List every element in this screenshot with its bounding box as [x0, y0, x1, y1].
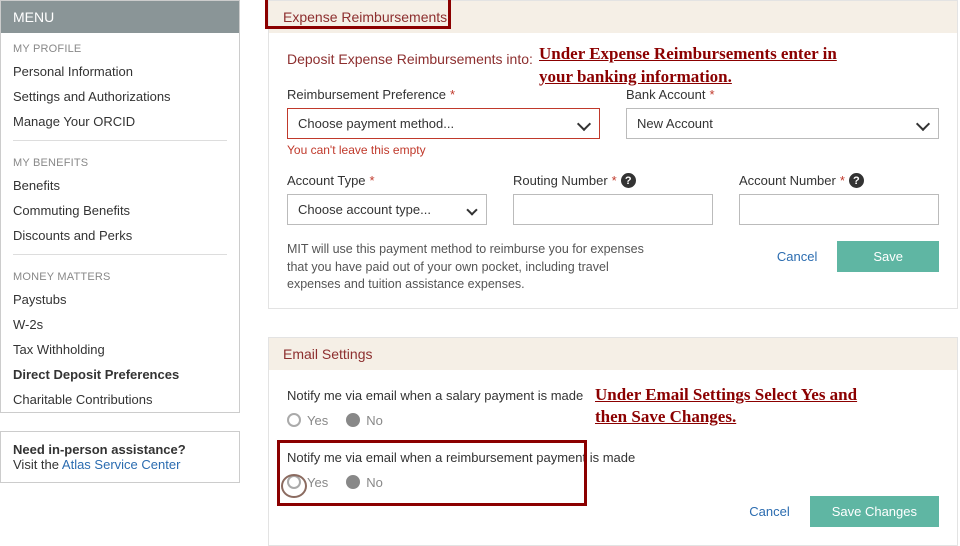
routing-input[interactable] [513, 194, 713, 225]
sidebar-item-settings-auth[interactable]: Settings and Authorizations [1, 84, 239, 109]
radio-label-no: No [366, 475, 383, 490]
routing-label: Routing Number * ? [513, 173, 713, 188]
bank-select-value: New Account [637, 116, 713, 131]
chevron-down-icon [577, 116, 591, 130]
email-q-reimb: Notify me via email when a reimbursement… [287, 450, 939, 465]
sidebar-item-discounts[interactable]: Discounts and Perks [1, 223, 239, 248]
assist-box: Need in-person assistance? Visit the Atl… [0, 431, 240, 483]
email-panel: Email Settings Under Email Settings Sele… [268, 337, 958, 546]
sidebar-menu: MENU MY PROFILE Personal Information Set… [0, 0, 240, 413]
sidebar-item-w2[interactable]: W-2s [1, 312, 239, 337]
menu-section-benefits: MY BENEFITS [1, 147, 239, 173]
acct-type-label: Account Type * [287, 173, 487, 188]
email-panel-header: Email Settings [269, 338, 957, 370]
annotation-expense: Under Expense Reimbursements enter in yo… [539, 43, 859, 89]
reimb-yes-radio[interactable]: Yes [287, 475, 328, 490]
cancel-button[interactable]: Cancel [777, 249, 817, 264]
chevron-down-icon [466, 204, 477, 215]
save-button[interactable]: Save [837, 241, 939, 272]
salary-yes-radio[interactable]: Yes [287, 413, 328, 428]
bank-select[interactable]: New Account [626, 108, 939, 139]
sidebar-item-commuting[interactable]: Commuting Benefits [1, 198, 239, 223]
radio-label-yes: Yes [307, 413, 328, 428]
annotation-email: Under Email Settings Select Yes and then… [595, 384, 875, 430]
chevron-down-icon [916, 116, 930, 130]
menu-header: MENU [1, 1, 239, 33]
assist-question: Need in-person assistance? [13, 442, 186, 457]
divider [13, 140, 227, 141]
help-icon[interactable]: ? [849, 173, 864, 188]
help-icon[interactable]: ? [621, 173, 636, 188]
acct-type-value: Choose account type... [298, 202, 431, 217]
salary-no-radio[interactable]: No [346, 413, 383, 428]
sidebar-item-orcid[interactable]: Manage Your ORCID [1, 109, 239, 134]
divider [13, 254, 227, 255]
bank-label: Bank Account * [626, 87, 939, 102]
pref-label: Reimbursement Preference * [287, 87, 600, 102]
expense-panel-title: Expense Reimbursements [283, 9, 447, 25]
sidebar-item-charitable[interactable]: Charitable Contributions [1, 387, 239, 412]
expense-panel-header: Expense Reimbursements [269, 1, 957, 33]
reimb-no-radio[interactable]: No [346, 475, 383, 490]
sidebar-item-direct-deposit[interactable]: Direct Deposit Preferences [1, 362, 239, 387]
acct-num-input[interactable] [739, 194, 939, 225]
pref-select[interactable]: Choose payment method... [287, 108, 600, 139]
sidebar-item-benefits[interactable]: Benefits [1, 173, 239, 198]
pref-error: You can't leave this empty [287, 143, 600, 157]
menu-section-profile: MY PROFILE [1, 33, 239, 59]
menu-section-money: MONEY MATTERS [1, 261, 239, 287]
assist-prefix: Visit the [13, 457, 62, 472]
cancel-button[interactable]: Cancel [749, 504, 789, 519]
expense-panel: Expense Reimbursements Under Expense Rei… [268, 0, 958, 309]
radio-label-no: No [366, 413, 383, 428]
acct-type-select[interactable]: Choose account type... [287, 194, 487, 225]
sidebar-item-tax[interactable]: Tax Withholding [1, 337, 239, 362]
sidebar-item-personal-info[interactable]: Personal Information [1, 59, 239, 84]
pref-select-value: Choose payment method... [298, 116, 454, 131]
expense-note: MIT will use this payment method to reim… [287, 241, 647, 294]
radio-label-yes: Yes [307, 475, 328, 490]
save-changes-button[interactable]: Save Changes [810, 496, 939, 527]
assist-link[interactable]: Atlas Service Center [62, 457, 181, 472]
sidebar-item-paystubs[interactable]: Paystubs [1, 287, 239, 312]
acct-num-label: Account Number * ? [739, 173, 939, 188]
